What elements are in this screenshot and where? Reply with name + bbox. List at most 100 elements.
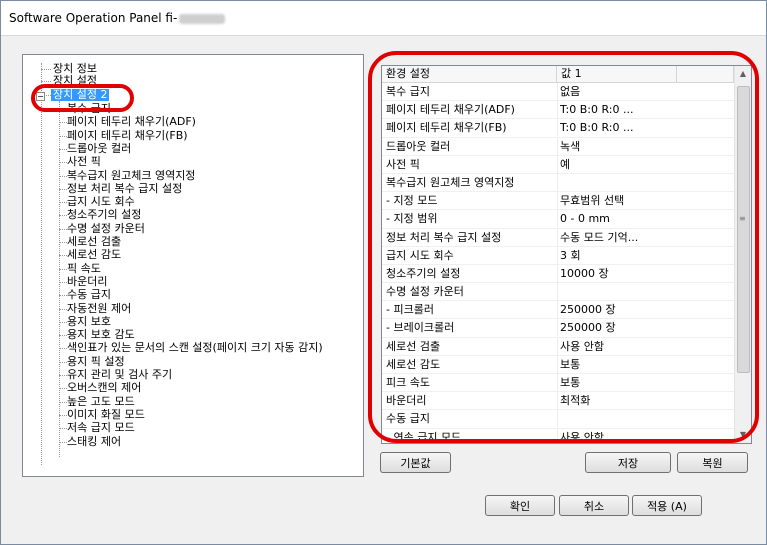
header-name[interactable]: 환경 설정	[382, 66, 557, 82]
table-row[interactable]: - 피크롤러 250000 장	[382, 301, 734, 320]
tree-item[interactable]: 유지 관리 및 검사 주기	[23, 369, 363, 381]
setting-value-cell[interactable]: 250000 장	[560, 301, 675, 318]
title-bar[interactable]: Software Operation Panel fi-	[1, 1, 766, 36]
tree-item[interactable]: 이미지 화질 모드	[23, 408, 363, 421]
setting-value-cell[interactable]: 예	[560, 156, 675, 173]
tree-item[interactable]: 청소주기의 설정	[23, 209, 363, 221]
table-row[interactable]: 정보 처리 복수 급지 설정 수동 모드 기억...	[382, 228, 734, 247]
scroll-thumb[interactable]	[737, 86, 750, 373]
setting-value-cell[interactable]: 보통	[560, 356, 675, 373]
setting-value-cell[interactable]: 없음	[560, 83, 675, 100]
header-value[interactable]: 값 1	[557, 66, 677, 82]
tree-item[interactable]: 수명 설정 카운터	[23, 222, 363, 235]
tree-item-label: 세로선 감도	[67, 248, 122, 262]
tree-item[interactable]: 정보 처리 복수 급지 설정	[23, 182, 363, 195]
setting-value-cell[interactable]: 0 - 0 mm	[560, 210, 675, 227]
scroll-down-arrow-icon[interactable]: ▼	[735, 427, 751, 443]
tree-item-label: 스태킹 제어	[67, 434, 122, 448]
save-button[interactable]: 저장	[585, 452, 671, 473]
tree-item[interactable]: 장치 설정	[23, 75, 363, 87]
cancel-button[interactable]: 취소	[559, 495, 629, 516]
table-row[interactable]: 페이지 테두리 채우기(FB) T:0 B:0 R:0 ...	[382, 119, 734, 138]
setting-name-cell: 수명 설정 카운터	[386, 285, 464, 299]
tree-item[interactable]: 급지 시도 회수	[23, 196, 363, 208]
header-extra	[677, 66, 734, 82]
tree-item[interactable]: 저속 급지 모드	[23, 422, 363, 434]
setting-value-cell[interactable]: 사용 안함	[560, 429, 675, 443]
tree-item[interactable]: 높은 고도 모드	[23, 395, 363, 408]
tree-item[interactable]: 드롭아웃 컬러	[23, 142, 363, 155]
tree-item[interactable]: 페이지 테두리 채우기(ADF)	[23, 116, 363, 128]
grid-vertical-scrollbar[interactable]: ▲ ≡ ▼	[734, 66, 751, 443]
setting-value-cell[interactable]: T:0 B:0 R:0 ...	[560, 119, 675, 136]
tree-item[interactable]: 바운더리	[23, 274, 363, 288]
tree-item[interactable]: 복수급지 원고체크 영역지정	[23, 169, 363, 182]
table-row[interactable]: 급지 시도 회수 3 회	[382, 246, 734, 265]
tree-item[interactable]: 세로선 검출	[23, 236, 363, 248]
column-separator	[557, 374, 558, 391]
setting-value-cell[interactable]: 수동 모드 기억...	[560, 229, 675, 246]
tree-item[interactable]: − 장치 설정 2	[23, 89, 363, 101]
tree-item[interactable]: 색인표가 있는 문서의 스캔 설정(페이지 크기 자동 감지)	[23, 342, 363, 354]
default-button[interactable]: 기본값	[380, 452, 451, 473]
settings-grid[interactable]: 환경 설정 값 1 복수 급지 없음 페이지 테두리 채우기(ADF) T:0 B:0…	[381, 65, 752, 444]
column-separator	[557, 319, 558, 337]
tree-item[interactable]: 스태킹 제어	[23, 434, 363, 448]
tree-item-label: 바운더리	[67, 274, 108, 288]
setting-name-cell: 사전 픽	[386, 157, 420, 171]
tree-item[interactable]: 용지 보호 감도	[23, 329, 363, 341]
tree-item[interactable]: 용지 보호	[23, 315, 363, 328]
table-row[interactable]: 페이지 테두리 채우기(ADF) T:0 B:0 R:0 ...	[382, 101, 734, 120]
tree-item-label: 장치 설정	[53, 74, 97, 87]
tree-item[interactable]: 사전 픽	[23, 156, 363, 168]
tree-connector	[59, 215, 67, 217]
setting-value-cell[interactable]: T:0 B:0 R:0 ...	[560, 101, 675, 118]
setting-value-cell[interactable]: 사용 안함	[560, 338, 675, 355]
table-row[interactable]: - 연속 급지 모드 사용 안함	[382, 428, 734, 443]
table-row[interactable]: 복수급지 원고체크 영역지정	[382, 173, 734, 193]
scroll-up-arrow-icon[interactable]: ▲	[735, 66, 751, 82]
settings-tree[interactable]: 장치 정보 장치 설정 − 장치 설정 2 복수 급지 페이지 테두리 채우기(ADF) 페…	[22, 54, 364, 477]
tree-item[interactable]: 오버스캔의 제어	[23, 382, 363, 394]
setting-value-cell[interactable]: 녹색	[560, 138, 675, 155]
table-row[interactable]: - 지정 범위 0 - 0 mm	[382, 210, 734, 229]
table-row[interactable]: - 지정 모드 무효범위 선택	[382, 192, 734, 211]
setting-value-cell[interactable]: 보통	[560, 374, 675, 391]
tree-item[interactable]: 자동전원 제어	[23, 302, 363, 315]
software-operation-panel-window: Software Operation Panel fi- 장치 정보 장치 설정 −…	[0, 0, 767, 545]
tree-connector	[59, 242, 67, 243]
setting-name-cell: 급지 시도 회수	[386, 248, 454, 262]
tree-item[interactable]: 복수 급지	[23, 103, 363, 115]
table-row[interactable]: 청소주기의 설정 10000 장	[382, 264, 734, 284]
table-row[interactable]: 바운더리 최적화	[382, 392, 734, 411]
tree-connector	[59, 361, 67, 363]
table-row[interactable]: - 브레이크롤러 250000 장	[382, 319, 734, 338]
table-row[interactable]: 세로선 감도 보통	[382, 355, 734, 374]
tree-item[interactable]: 픽 속도	[23, 262, 363, 275]
table-row[interactable]: 수동 급지	[382, 410, 734, 429]
tree-item-label: 세로선 검출	[67, 235, 122, 248]
table-row[interactable]: 피크 속도 보통	[382, 374, 734, 393]
setting-name-cell: 드롭아웃 컬러	[386, 139, 451, 153]
setting-value-cell[interactable]: 무효범위 선택	[560, 192, 675, 209]
setting-value-cell[interactable]: 3 회	[560, 247, 675, 264]
setting-value-cell[interactable]: 최적화	[560, 392, 675, 409]
tree-item[interactable]: 세로선 감도	[23, 249, 363, 261]
restore-button[interactable]: 복원	[677, 452, 748, 473]
setting-name-cell: 피크 속도	[386, 376, 430, 389]
ok-button[interactable]: 확인	[485, 495, 555, 516]
tree-connector	[59, 255, 67, 257]
table-row[interactable]: 수명 설정 카운터	[382, 283, 734, 302]
table-row[interactable]: 복수 급지 없음	[382, 83, 734, 102]
table-row[interactable]: 드롭아웃 컬러 녹색	[382, 137, 734, 156]
table-row[interactable]: 사전 픽 예	[382, 155, 734, 174]
column-separator	[557, 210, 558, 228]
tree-item[interactable]: 수동 급지	[23, 289, 363, 301]
tree-item[interactable]: 용지 픽 설정	[23, 355, 363, 368]
collapse-icon[interactable]: −	[36, 92, 45, 101]
tree-item[interactable]: 페이지 테두리 채우기(FB)	[23, 129, 363, 142]
setting-value-cell[interactable]: 10000 장	[560, 265, 675, 282]
table-row[interactable]: 세로선 검출 사용 안함	[382, 337, 734, 356]
apply-button[interactable]: 적용 (A)	[632, 495, 702, 516]
setting-value-cell[interactable]: 250000 장	[560, 319, 675, 336]
